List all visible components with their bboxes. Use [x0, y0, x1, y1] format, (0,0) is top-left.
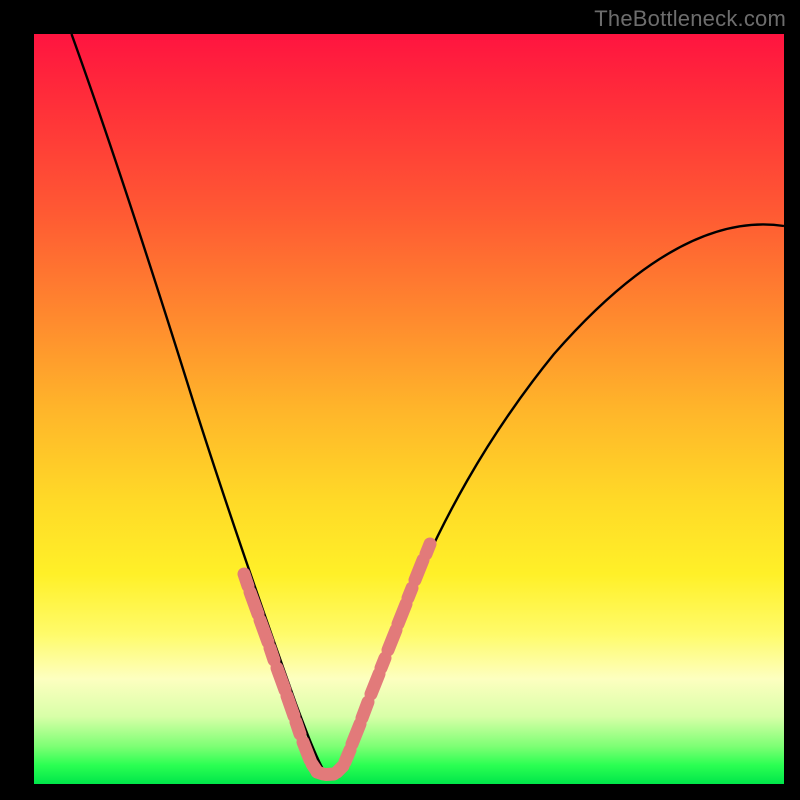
highlight-left — [244, 574, 316, 770]
bottleneck-curve — [72, 34, 785, 775]
curve-layer — [34, 34, 784, 784]
watermark-text: TheBottleneck.com — [594, 6, 786, 32]
plot-area — [34, 34, 784, 784]
highlight-bottom — [317, 766, 343, 775]
highlight-right — [345, 544, 430, 762]
chart-frame: TheBottleneck.com — [0, 0, 800, 800]
